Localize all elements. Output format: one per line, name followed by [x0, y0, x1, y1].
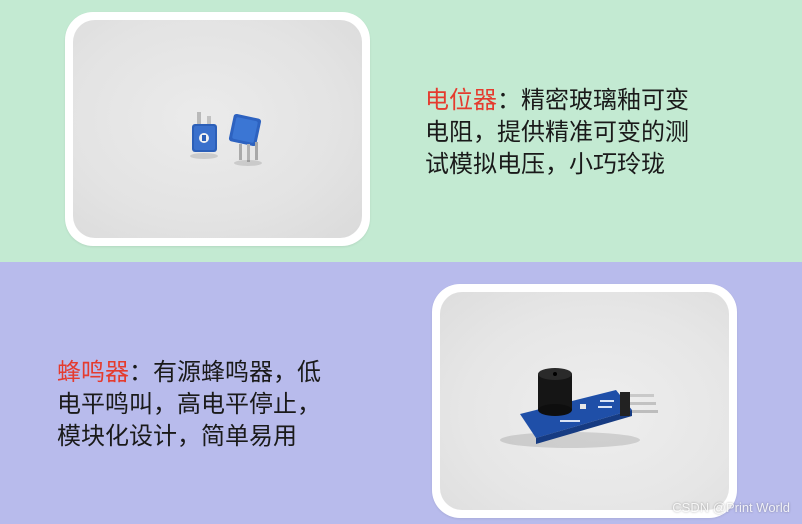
buzzer-desc-line2: 电平鸣叫，高电平停止，	[57, 390, 321, 418]
buzzer-desc-line3: 模块化设计，简单易用	[57, 422, 297, 450]
buzzer-photo-card	[432, 284, 737, 518]
buzzer-separator: ：	[129, 358, 153, 386]
buzzer-module-icon	[500, 368, 658, 448]
buzzer-title: 蜂鸣器	[57, 358, 129, 386]
potentiometer-photo-card	[65, 12, 370, 246]
potentiometer-title: 电位器	[425, 86, 497, 114]
potentiometer-description: 电位器：精密玻璃釉可变 电阻，提供精准可变的测 试模拟电压，小巧玲珑	[425, 84, 689, 180]
potentiometer-desc-line2: 电阻，提供精准可变的测	[425, 118, 689, 146]
buzzer-photo	[440, 292, 729, 510]
buzzer-description: 蜂鸣器：有源蜂鸣器，低 电平鸣叫，高电平停止， 模块化设计，简单易用	[57, 356, 321, 452]
watermark: CSDN @Print World	[672, 500, 790, 515]
buzzer-desc-line1: 有源蜂鸣器，低	[153, 358, 321, 386]
buzzer-module-illustration	[500, 368, 658, 448]
potentiometer-panel: 电位器：精密玻璃釉可变 电阻，提供精准可变的测 试模拟电压，小巧玲珑	[0, 0, 802, 262]
potentiometer-left-icon	[190, 112, 218, 159]
potentiometer-illustration	[190, 112, 262, 166]
potentiometer-separator: ：	[497, 86, 521, 114]
potentiometer-right-icon	[228, 113, 262, 166]
potentiometer-desc-line1: 精密玻璃釉可变	[521, 86, 689, 114]
potentiometer-photo	[73, 20, 362, 238]
potentiometer-desc-line3: 试模拟电压，小巧玲珑	[425, 150, 665, 178]
